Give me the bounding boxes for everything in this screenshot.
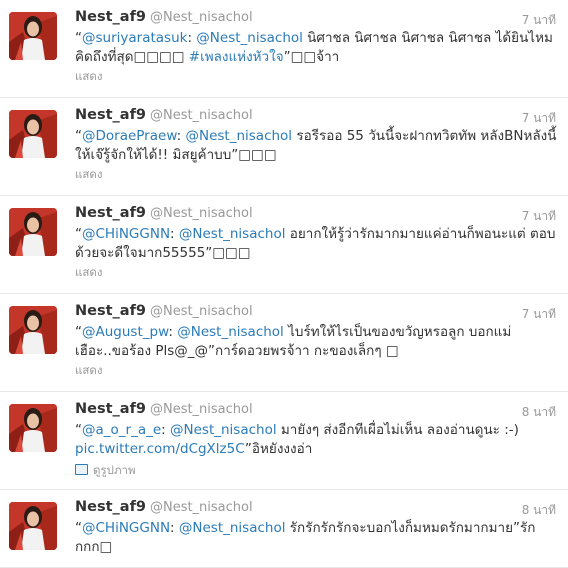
user-name[interactable]: Nest_af9: [75, 401, 146, 417]
mention-link[interactable]: @DoraePraew: [82, 128, 177, 144]
action-label: ดูรูปภาพ: [93, 463, 136, 477]
mention-link[interactable]: @CHiNGGNN: [82, 520, 170, 536]
url-link[interactable]: pic.twitter.com/dCgXlz5C: [75, 441, 245, 457]
user-name[interactable]: Nest_af9: [75, 107, 146, 123]
avatar[interactable]: [9, 502, 57, 550]
tweet-header: Nest_af9 @Nest_nisachol: [75, 303, 253, 319]
user-handle[interactable]: @Nest_nisachol: [150, 402, 253, 417]
tweet-timestamp[interactable]: 7 นาที: [522, 11, 556, 30]
mention-link[interactable]: @Nest_nisachol: [179, 226, 286, 242]
expand-link[interactable]: แสดง: [75, 362, 103, 380]
mention-link[interactable]: @Nest_nisachol: [179, 520, 286, 536]
user-name[interactable]: Nest_af9: [75, 499, 146, 515]
action-label: แสดง: [75, 69, 103, 83]
tweet-header: Nest_af9 @Nest_nisachol: [75, 205, 253, 221]
tweet-text-segment: ”อิหยังงงอ่า: [244, 441, 313, 457]
user-handle[interactable]: @Nest_nisachol: [150, 304, 253, 319]
mention-link[interactable]: @Nest_nisachol: [170, 422, 277, 438]
tweet-text-segment: “: [75, 128, 82, 144]
hashtag-link[interactable]: #เพลงแห่งหัวใจ: [189, 49, 284, 65]
tweet-item[interactable]: Nest_af9 @Nest_nisachol 7 นาที “@suriyarata…: [0, 0, 568, 98]
user-handle[interactable]: @Nest_nisachol: [150, 206, 253, 221]
tweet-header: Nest_af9 @Nest_nisachol: [75, 401, 253, 417]
user-handle[interactable]: @Nest_nisachol: [150, 10, 253, 25]
tweet-text: “@a_o_r_a_e: @Nest_nisachol มายังๆ ส่งอี…: [75, 421, 560, 459]
tweet-timestamp[interactable]: 7 นาที: [522, 207, 556, 226]
view-photo-link[interactable]: ดูรูปภาพ: [75, 462, 136, 480]
action-label: แสดง: [75, 363, 103, 377]
expand-link[interactable]: แสดง: [75, 166, 103, 184]
mention-link[interactable]: @suriyaratasuk: [82, 30, 187, 46]
avatar[interactable]: [9, 12, 57, 60]
tweet-text: “@CHiNGGNN: @Nest_nisachol รักรักรักรักจ…: [75, 519, 560, 557]
mention-link[interactable]: @a_o_r_a_e: [82, 422, 161, 438]
tweet-text: “@suriyaratasuk: @Nest_nisachol นิศาชล น…: [75, 29, 560, 67]
expand-link[interactable]: แสดง: [75, 264, 103, 282]
tweet-header: Nest_af9 @Nest_nisachol: [75, 499, 253, 515]
tweet-timeline: Nest_af9 @Nest_nisachol 7 นาที “@suriyarata…: [0, 0, 568, 568]
tweet-text-segment: “: [75, 324, 82, 340]
tweet-item[interactable]: Nest_af9 @Nest_nisachol 7 นาที “@CHiNGGNN: …: [0, 196, 568, 294]
user-name[interactable]: Nest_af9: [75, 9, 146, 25]
tweet-item[interactable]: Nest_af9 @Nest_nisachol 7 นาที “@August_pw:…: [0, 294, 568, 392]
mention-link[interactable]: @August_pw: [82, 324, 168, 340]
tweet-text-segment: “: [75, 422, 82, 438]
tweet-text-segment: :: [161, 422, 171, 438]
avatar[interactable]: [9, 208, 57, 256]
tweet-text: “@CHiNGGNN: @Nest_nisachol อยากให้รู้ว่า…: [75, 225, 560, 263]
tweet-text-segment: “: [75, 520, 82, 536]
tweet-text: “@DoraePraew: @Nest_nisachol รอรีรออ 55 …: [75, 127, 560, 165]
user-name[interactable]: Nest_af9: [75, 303, 146, 319]
tweet-text-segment: :: [170, 520, 179, 536]
tweet-item[interactable]: Nest_af9 @Nest_nisachol 7 นาที “@DoraePraew…: [0, 98, 568, 196]
user-handle[interactable]: @Nest_nisachol: [150, 500, 253, 515]
tweet-timestamp[interactable]: 7 นาที: [522, 305, 556, 324]
photo-icon: [75, 464, 88, 475]
tweet-header: Nest_af9 @Nest_nisachol: [75, 9, 253, 25]
tweet-text-segment: “: [75, 226, 82, 242]
tweet-text-segment: “: [75, 30, 82, 46]
avatar[interactable]: [9, 306, 57, 354]
tweet-text-segment: :: [187, 30, 197, 46]
avatar[interactable]: [9, 404, 57, 452]
tweet-text-segment: ”□□จ้าา: [283, 49, 340, 65]
user-name[interactable]: Nest_af9: [75, 205, 146, 221]
expand-link[interactable]: แสดง: [75, 68, 103, 86]
user-handle[interactable]: @Nest_nisachol: [150, 108, 253, 123]
action-label: แสดง: [75, 265, 103, 279]
mention-link[interactable]: @Nest_nisachol: [177, 324, 284, 340]
tweet-text-segment: :: [168, 324, 178, 340]
tweet-text-segment: :: [170, 226, 179, 242]
mention-link[interactable]: @CHiNGGNN: [82, 226, 170, 242]
mention-link[interactable]: @Nest_nisachol: [185, 128, 292, 144]
tweet-header: Nest_af9 @Nest_nisachol: [75, 107, 253, 123]
tweet-timestamp[interactable]: 8 นาที: [522, 403, 556, 422]
action-label: แสดง: [75, 167, 103, 181]
tweet-timestamp[interactable]: 7 นาที: [522, 109, 556, 128]
tweet-text: “@August_pw: @Nest_nisachol ไบร์ทให้ไรเป…: [75, 323, 560, 361]
mention-link[interactable]: @Nest_nisachol: [196, 30, 303, 46]
tweet-item[interactable]: Nest_af9 @Nest_nisachol 8 นาที “@a_o_r_a_e:…: [0, 392, 568, 490]
avatar[interactable]: [9, 110, 57, 158]
tweet-text-segment: มายังๆ ส่งอีกทีเผื่อไม่เห็น ลองอ่านดูนะ …: [276, 422, 519, 438]
tweet-item[interactable]: Nest_af9 @Nest_nisachol 8 นาที “@CHiNGGNN: …: [0, 490, 568, 568]
tweet-timestamp[interactable]: 8 นาที: [522, 501, 556, 520]
